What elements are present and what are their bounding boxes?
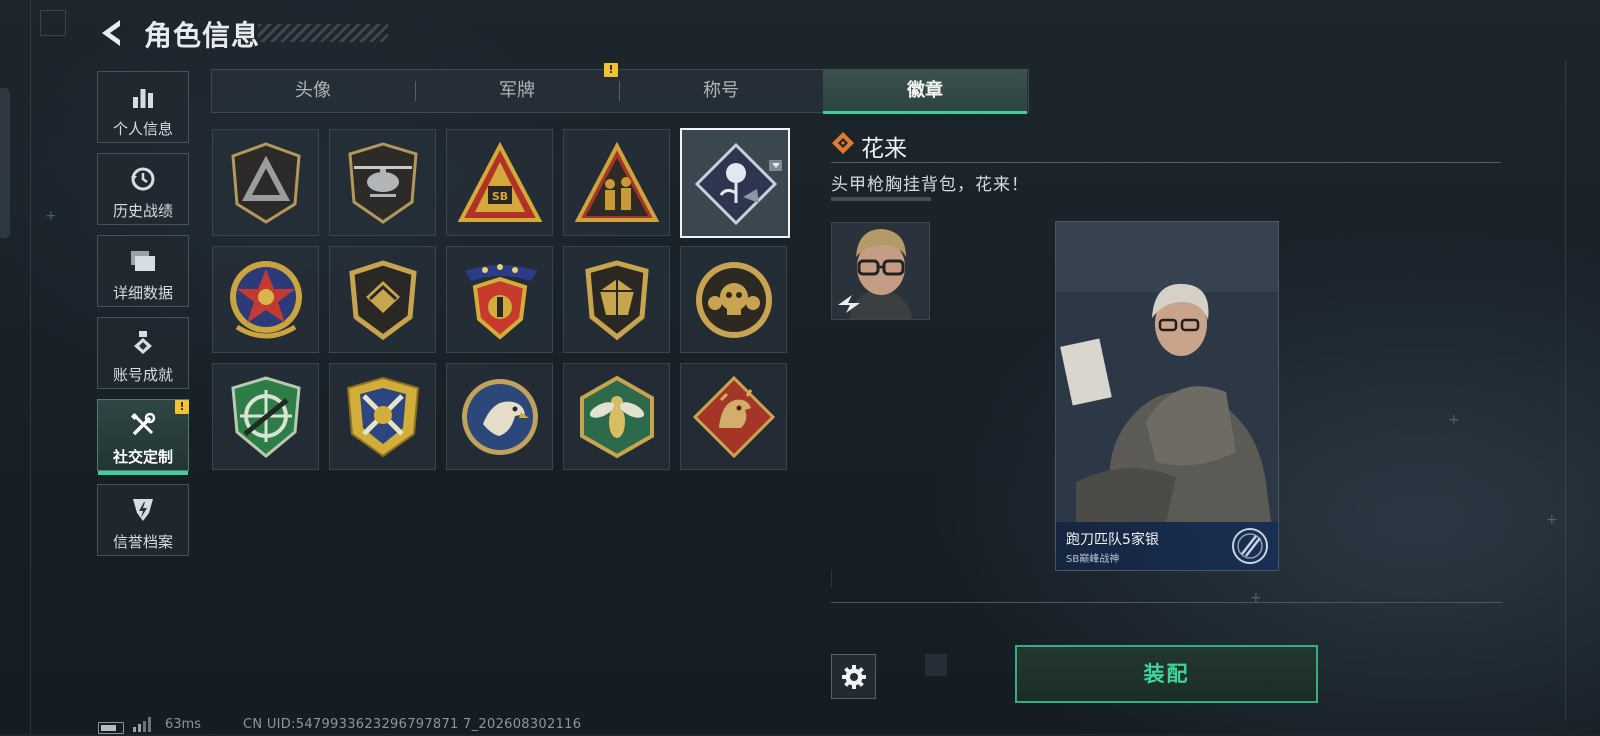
sidebar-item-label: 历史战绩 [112, 202, 173, 220]
ping-value: 63ms [165, 717, 201, 732]
badge-text: SB [492, 190, 508, 203]
character-artwork-icon [1056, 222, 1278, 522]
rank-emblem-icon [1232, 528, 1268, 564]
badge-cell[interactable] [329, 129, 436, 236]
badge-cell[interactable] [446, 363, 553, 470]
crossed-swords-badge-icon [346, 376, 420, 458]
skull-circle-badge-icon [696, 262, 772, 338]
back-button[interactable] [96, 16, 130, 50]
badge-cell[interactable] [212, 363, 319, 470]
divider [831, 162, 1501, 163]
settings-button[interactable] [831, 654, 876, 699]
alert-badge: ! [175, 400, 189, 414]
sidebar-item-personal-info[interactable]: 个人信息 [97, 71, 189, 143]
obscured-text [831, 197, 931, 201]
sidebar-item-label: 信誉档案 [112, 533, 173, 551]
badge-description: 头甲枪胸挂背包，花来！ [831, 175, 1029, 195]
sidebar-item-label: 个人信息 [112, 120, 173, 138]
rifle-crosshair-badge-icon [231, 376, 301, 458]
badge-name: 花来 [861, 136, 907, 162]
battery-icon [98, 722, 124, 734]
sidebar-item-label: 详细数据 [112, 284, 173, 302]
equip-button[interactable]: 装配 [1015, 645, 1318, 703]
divider [831, 602, 1502, 603]
back-arrow-icon [102, 20, 120, 46]
credit-shield-icon [98, 497, 188, 523]
dragon-diamond-badge-icon [692, 375, 776, 459]
wasp-hexagon-badge-icon [580, 375, 654, 459]
badge-cell[interactable]: SB [446, 129, 553, 236]
eagle-circle-badge-icon [462, 379, 538, 455]
alert-badge: ! [604, 63, 618, 77]
card-subtitle: SB巅峰战神 [1066, 554, 1120, 565]
sidebar-item-credit-record[interactable]: 信誉档案 [97, 484, 189, 556]
stars-emblem-badge-icon [465, 264, 537, 340]
character-card[interactable]: 跑刀匹队5家银 SB巅峰战神 [1055, 221, 1279, 571]
history-clock-icon [98, 166, 188, 192]
badge-cell[interactable] [563, 129, 670, 236]
avatar[interactable] [831, 222, 930, 320]
gear-icon [841, 664, 866, 689]
tab-badge[interactable]: 徽章 [823, 69, 1027, 114]
badge-cell-selected[interactable] [680, 128, 790, 238]
user-uid: CN UID:5479933623296797871 7_20260830211… [243, 717, 582, 732]
character-portrait-icon [832, 223, 929, 319]
badge-cell[interactable] [212, 129, 319, 236]
badge-cell[interactable] [446, 246, 553, 353]
wrench-screwdriver-icon [98, 412, 188, 438]
title-decoration [258, 24, 388, 42]
helicopter-shield-badge-icon [348, 142, 418, 224]
rose-diamond-badge-icon [694, 142, 778, 226]
badge-cell[interactable] [680, 246, 787, 353]
signal-strength-icon [132, 716, 154, 736]
sb-triangle-badge-icon: SB [457, 141, 543, 222]
tab-avatar[interactable]: 头像 [211, 69, 415, 113]
triangle-shield-badge-icon [231, 142, 301, 224]
sidebar-item-detailed-data[interactable]: 详细数据 [97, 235, 189, 307]
badge-cell[interactable] [329, 246, 436, 353]
rarity-diamond-icon [831, 131, 855, 159]
badge-cell[interactable] [563, 363, 670, 470]
card-footer: 跑刀匹队5家银 SB巅峰战神 [1056, 522, 1278, 570]
badge-cell[interactable] [563, 246, 670, 353]
sidebar-item-achievements[interactable]: 账号成就 [97, 317, 189, 389]
folder-stack-icon [98, 248, 188, 274]
wing-shield-badge-icon [349, 260, 417, 341]
achievement-medal-icon [98, 330, 188, 356]
sidebar-item-label: 社交定制 [112, 448, 173, 466]
badge-cell[interactable] [680, 363, 787, 470]
tab-dogtag[interactable]: 军牌 [415, 69, 619, 113]
dropdown-indicator-icon [769, 160, 782, 171]
star-wreath-badge-icon [230, 261, 302, 339]
bar-chart-icon [98, 84, 188, 110]
gem-shield-badge-icon [585, 260, 649, 341]
sidebar-item-label: 账号成就 [112, 366, 173, 384]
tab-title[interactable]: 称号 [619, 69, 823, 113]
soldiers-triangle-badge-icon [574, 141, 660, 222]
page-title: 角色信息 [144, 19, 261, 52]
badge-cell[interactable] [212, 246, 319, 353]
sidebar-item-history[interactable]: 历史战绩 [97, 153, 189, 225]
badge-cell[interactable] [329, 363, 436, 470]
card-title: 跑刀匹队5家银 [1066, 532, 1159, 548]
